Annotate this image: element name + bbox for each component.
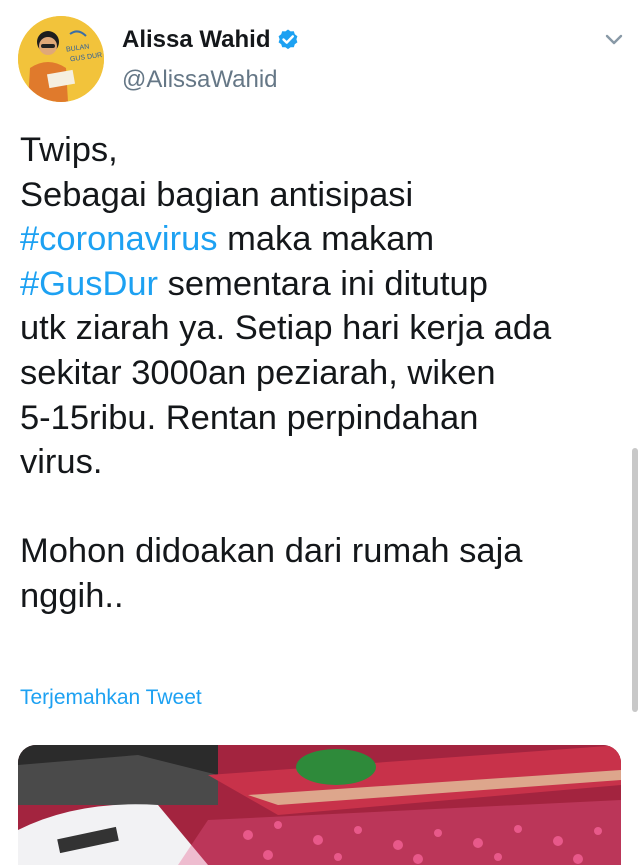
hashtag-link[interactable]: #GusDur (20, 265, 158, 303)
tweet-text-segment: sekitar 3000an peziarah, wiken (20, 353, 496, 392)
tweet-line (20, 485, 620, 530)
tweet-text: Twips, Sebagai bagian antisipasi #coronavi… (20, 128, 620, 619)
page-scrollbar[interactable] (632, 448, 638, 712)
tweet-line: #coronavirus maka makam (20, 217, 620, 262)
tweet-text-segment: maka makam (217, 220, 435, 259)
tweet-text-segment: 5-15ribu. Rentan perpindahan (20, 398, 479, 437)
chevron-down-icon[interactable] (602, 30, 626, 50)
author-handle[interactable]: @AlissaWahid (122, 66, 278, 94)
tweet-line: nggih.. (20, 574, 620, 619)
hashtag-link[interactable]: #coronavirus (20, 220, 218, 258)
tweet-line: virus. (20, 440, 620, 485)
tweet-text-segment: utk ziarah ya. Setiap hari kerja ada (20, 309, 552, 348)
tweet-media-photo[interactable] (18, 745, 621, 865)
avatar-illustration: BULAN GUS DUR (18, 16, 104, 102)
tweet-line: utk ziarah ya. Setiap hari kerja ada (20, 306, 620, 351)
verified-badge-icon (279, 29, 298, 50)
tweet-line: Mohon didoakan dari rumah saja (20, 529, 620, 574)
media-image (18, 745, 621, 865)
tweet-text-segment: nggih.. (20, 576, 124, 615)
tweet-line: 5-15ribu. Rentan perpindahan (20, 396, 620, 441)
tweet-text-segment: sementara ini ditutup (158, 264, 488, 303)
tweet-line: sekitar 3000an peziarah, wiken (20, 351, 620, 396)
tweet-text-segment: Twips, (20, 131, 118, 169)
tweet-text-segment: virus. (20, 443, 103, 482)
translate-tweet-link[interactable]: Terjemahkan Tweet (20, 686, 202, 710)
tweet-text-segment: Mohon didoakan dari rumah saja (20, 532, 523, 571)
author-name-row[interactable]: Alissa Wahid (122, 26, 300, 54)
tweet-line: Sebagai bagian antisipasi (20, 173, 620, 218)
tweet-text-segment: Sebagai bagian antisipasi (20, 175, 414, 214)
author-avatar[interactable]: BULAN GUS DUR (18, 16, 104, 102)
tweet-line: Twips, (20, 128, 620, 173)
tweet-line: #GusDur sementara ini ditutup (20, 262, 620, 307)
author-name[interactable]: Alissa Wahid (122, 26, 270, 54)
